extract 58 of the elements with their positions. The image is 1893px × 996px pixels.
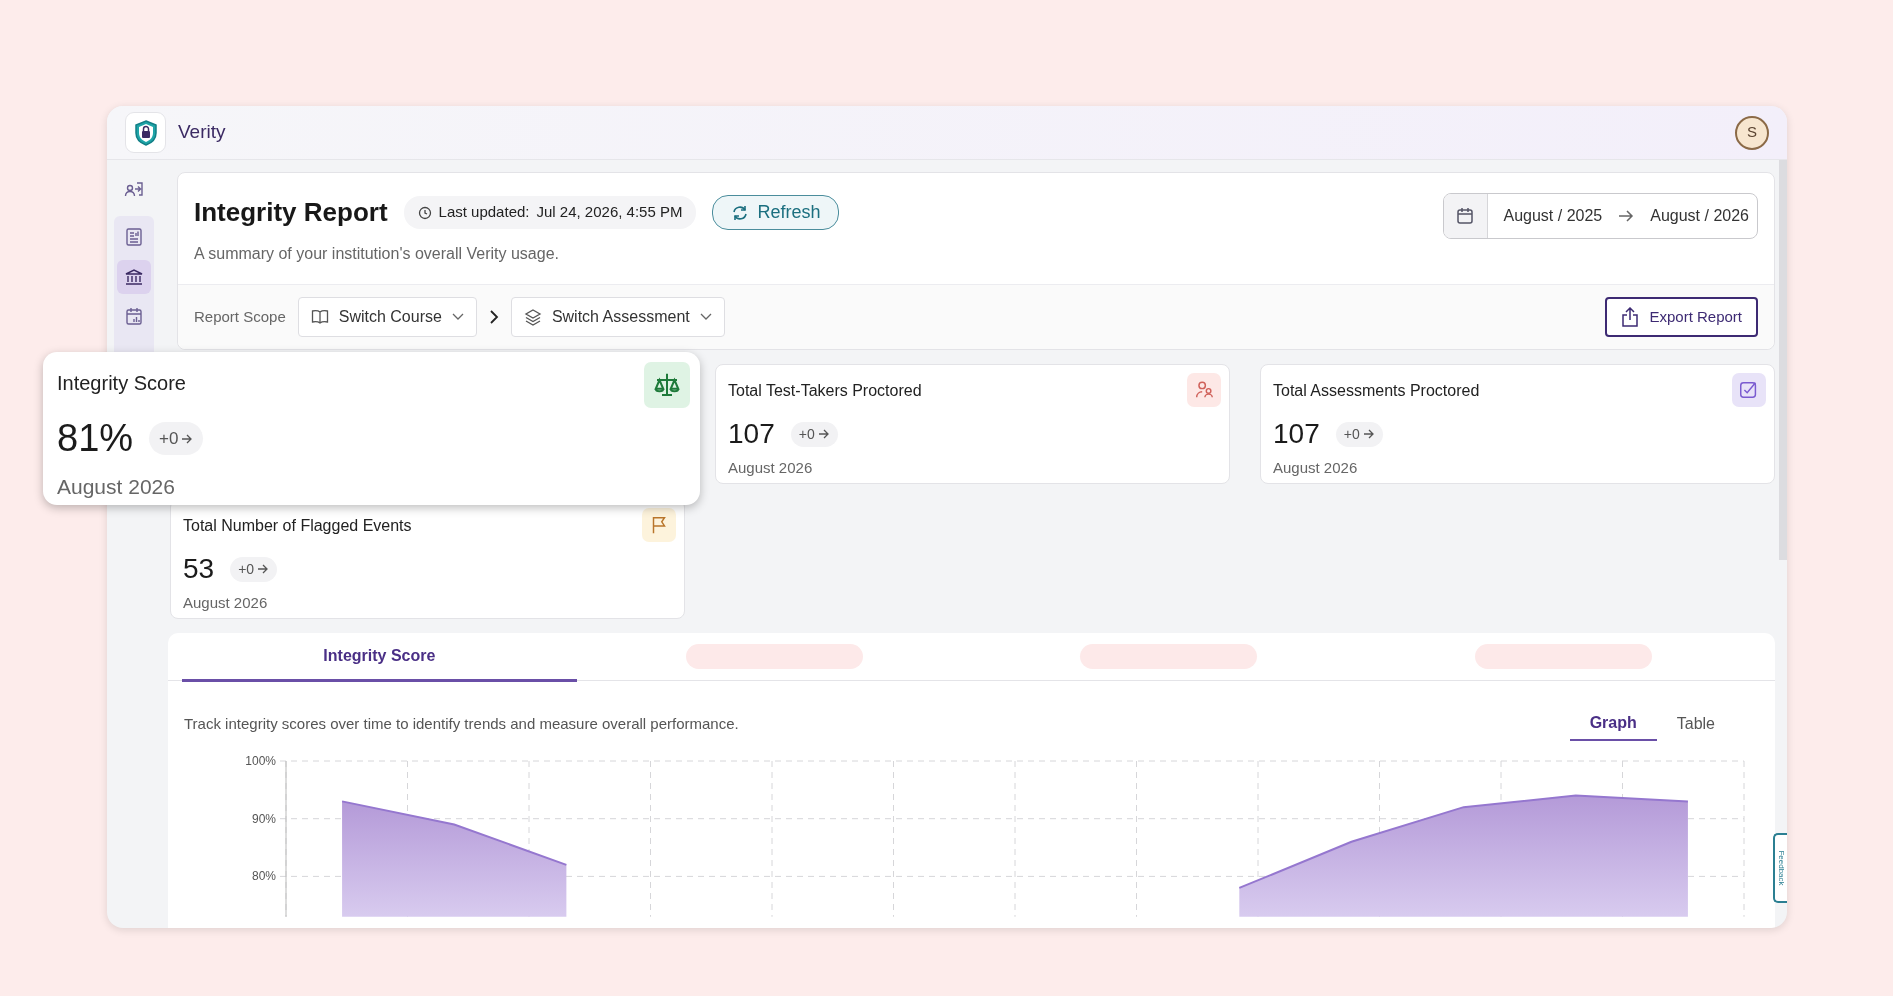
stat-period: August 2026 [183,593,269,613]
stat-value: 107 [1273,417,1320,451]
arrow-right-icon [181,433,194,444]
layers-icon [523,308,542,326]
chevron-down-icon [699,313,712,321]
date-range-picker[interactable]: August / 2025 August / 2026 [1442,193,1758,239]
clock-icon [417,205,432,220]
chevron-down-icon [451,313,464,321]
last-updated-label: Last updated: [438,202,530,223]
change-chip: +0 [230,556,278,582]
calendar-chart-icon [123,307,144,327]
shield-logo-icon [125,112,166,153]
stat-title: Integrity Score [57,371,186,396]
y-tick-label: 90% [251,811,276,826]
calendar-icon [1456,207,1474,225]
tab[interactable]: Integrity Score [182,633,577,682]
bank-icon [123,267,144,287]
book-icon [310,309,329,325]
scrollbar[interactable] [1779,160,1787,560]
view-toggle[interactable]: Graph [1569,707,1657,741]
page-subtitle: A summary of your institution's overall Verity usage. [194,244,560,264]
arrow-right-icon [817,429,830,439]
upload-icon [1621,307,1640,327]
sidebar-item[interactable] [116,260,151,294]
scope-label: Report Scope [194,306,286,327]
change-chip: +0 [790,421,838,447]
arrow-right-icon [1362,429,1375,439]
user-avatar[interactable]: S [1735,115,1769,150]
stat-value: 107 [728,417,775,451]
stat-title: Total Assessments Proctored [1273,381,1480,401]
stat-period: August 2026 [57,474,176,500]
last-updated-time: Jul 24, 2026, 4:55 PM [536,202,683,223]
y-tick-label: 80% [251,869,276,884]
app-name: Verity [178,120,226,145]
chevron-right-icon [488,309,499,325]
course-select[interactable]: Switch Course [297,297,477,337]
stat-title: Total Test-Takers Proctored [728,381,922,401]
change-chip: +0 [149,421,204,456]
refresh-button[interactable]: Refresh [712,195,840,230]
y-tick-label: 100% [245,754,276,768]
arrow-right-icon [257,564,270,574]
assessment-select[interactable]: Switch Assessment [510,297,725,337]
feedback-tab[interactable]: Feedback [1773,833,1787,903]
refresh-icon [731,204,750,221]
page-title: Integrity Report [194,196,388,229]
change-chip: +0 [1335,421,1383,447]
stat-title: Total Number of Flagged Events [183,516,412,536]
panel-description: Track integrity scores over time to identify trends and measure overall performance. [184,713,739,734]
view-toggle[interactable]: Table [1656,707,1735,741]
stat-value: 53 [183,552,215,586]
stat-value: 81% [57,416,134,461]
arrow-right-icon [1618,210,1635,222]
export-report-button[interactable]: Export Report [1605,297,1758,337]
report-icon [123,227,144,247]
stat-period: August 2026 [728,458,814,478]
date-from: August / 2025 [1503,206,1603,226]
date-to: August / 2026 [1650,206,1749,226]
stat-period: August 2026 [1273,458,1359,478]
